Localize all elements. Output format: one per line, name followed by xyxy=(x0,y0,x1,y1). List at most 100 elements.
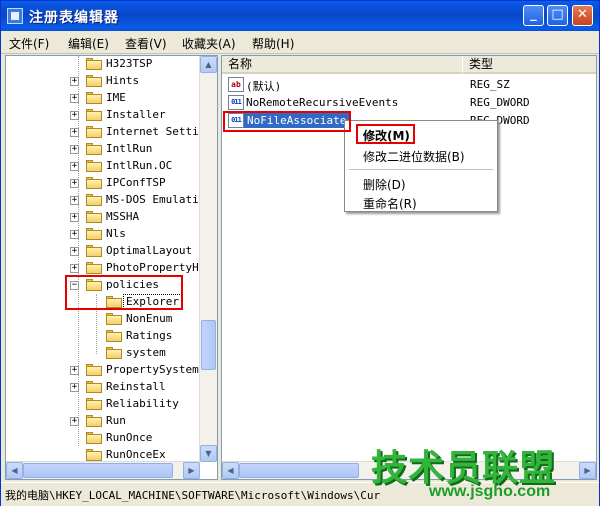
folder-icon xyxy=(86,262,102,274)
tree-item-label: Reliability xyxy=(106,397,179,410)
tree-item-installer[interactable]: + Installer xyxy=(6,107,201,124)
folder-icon xyxy=(86,381,102,393)
tree-item-label: Internet Setti xyxy=(106,125,199,138)
list-row-noremoterecursiveevents[interactable]: 011 NoRemoteRecursiveEvents REG_DWORD xyxy=(222,94,592,112)
tree-item-intlrun[interactable]: + IntlRun xyxy=(6,141,201,158)
folder-icon xyxy=(86,364,102,376)
folder-icon xyxy=(86,109,102,121)
tree-item-propertysystem[interactable]: + PropertySystem xyxy=(6,362,201,379)
expand-plus-icon[interactable]: + xyxy=(70,128,79,137)
menu-edit[interactable]: 编辑(E) xyxy=(68,35,109,52)
column-header-type[interactable]: 类型 xyxy=(462,56,596,74)
context-menu-rename[interactable]: 重命名(R) xyxy=(363,195,417,212)
value-type: REG_SZ xyxy=(470,78,510,91)
scroll-down-icon[interactable]: ▼ xyxy=(200,445,217,462)
scroll-left-icon[interactable]: ◀ xyxy=(222,462,239,479)
maximize-button[interactable]: □ xyxy=(547,5,568,26)
expand-plus-icon[interactable]: + xyxy=(70,230,79,239)
tree-item-nls[interactable]: + Nls xyxy=(6,226,201,243)
column-header-name[interactable]: 名称 xyxy=(222,56,462,74)
expand-plus-icon[interactable]: + xyxy=(70,196,79,205)
expand-plus-icon[interactable]: + xyxy=(70,94,79,103)
expand-plus-icon[interactable]: + xyxy=(70,417,79,426)
folder-icon xyxy=(106,347,122,359)
tree-item-label: Hints xyxy=(106,74,140,87)
tree-item-mssha[interactable]: + MSSHA xyxy=(6,209,201,226)
menu-help[interactable]: 帮助(H) xyxy=(252,35,294,52)
tree-item-label: Nls xyxy=(106,227,126,240)
expand-plus-icon[interactable]: + xyxy=(70,247,79,256)
scroll-up-icon[interactable]: ▲ xyxy=(200,56,217,73)
expand-plus-icon[interactable]: + xyxy=(70,179,79,188)
string-value-icon: ab xyxy=(228,77,244,92)
minimize-button[interactable]: _ xyxy=(523,5,544,26)
scroll-right-icon[interactable]: ▶ xyxy=(579,462,596,479)
tree-item-label: PhotoPropertyH xyxy=(106,261,199,274)
context-menu-modify-binary[interactable]: 修改二进位数据(B) xyxy=(363,148,465,165)
tree-scroll-thumb[interactable] xyxy=(201,320,216,370)
tree-item-ratings[interactable]: Ratings xyxy=(6,328,201,345)
title-bar[interactable]: 注册表编辑器 _ □ ✕ xyxy=(1,1,599,31)
expand-plus-icon[interactable]: + xyxy=(70,264,79,273)
watermark-url: www.jsgho.com xyxy=(429,483,551,500)
tree-hscroll-thumb[interactable] xyxy=(23,463,173,478)
folder-icon xyxy=(86,449,102,461)
tree-item-nonenum[interactable]: NonEnum xyxy=(6,311,201,328)
tree-item-run[interactable]: + Run xyxy=(6,413,201,430)
tree-item-runonce[interactable]: RunOnce xyxy=(6,430,201,447)
tree-item-label: system xyxy=(126,346,166,359)
menu-view[interactable]: 查看(V) xyxy=(125,35,167,52)
registry-tree-pane[interactable]: H323TSP + Hints + IME + Installer + Inte… xyxy=(5,55,218,480)
watermark-logo: 技术员联盟 www.jsgho.com xyxy=(371,439,571,500)
list-row-default[interactable]: ab (默认) REG_SZ xyxy=(222,76,592,94)
registry-editor-window: 注册表编辑器 _ □ ✕ 文件(F) 编辑(E) 查看(V) 收藏夹(A) 帮助… xyxy=(0,0,600,506)
folder-icon xyxy=(86,177,102,189)
tree-item-internet-settings[interactable]: + Internet Setti xyxy=(6,124,201,141)
context-menu-delete[interactable]: 删除(D) xyxy=(363,176,406,193)
expand-plus-icon[interactable]: + xyxy=(70,162,79,171)
tree-item-label: Reinstall xyxy=(106,380,166,393)
folder-icon xyxy=(106,313,122,325)
tree-horizontal-scrollbar[interactable]: ◀ ▶ xyxy=(6,461,200,479)
tree-item-reliability[interactable]: Reliability xyxy=(6,396,201,413)
tree-item-label: Run xyxy=(106,414,126,427)
tree-item-system[interactable]: system xyxy=(6,345,201,362)
tree-item-label: IME xyxy=(106,91,126,104)
tree-item-ms-dos-emulation[interactable]: + MS-DOS Emulati xyxy=(6,192,201,209)
tree-item-hints[interactable]: + Hints xyxy=(6,73,201,90)
folder-icon xyxy=(86,160,102,172)
tree-item-label: MSSHA xyxy=(106,210,140,223)
folder-icon xyxy=(86,75,102,87)
menu-favorites[interactable]: 收藏夹(A) xyxy=(182,35,236,52)
scroll-left-icon[interactable]: ◀ xyxy=(6,462,23,479)
value-name: (默认) xyxy=(246,80,282,93)
expand-plus-icon[interactable]: + xyxy=(70,145,79,154)
scroll-right-icon[interactable]: ▶ xyxy=(183,462,200,479)
expand-plus-icon[interactable]: + xyxy=(70,383,79,392)
tree-item-label: RunOnceEx xyxy=(106,448,166,461)
close-button[interactable]: ✕ xyxy=(572,5,593,26)
expand-plus-icon[interactable]: + xyxy=(70,213,79,222)
folder-icon xyxy=(86,143,102,155)
highlight-box-policies-explorer xyxy=(65,275,183,310)
folder-icon xyxy=(86,398,102,410)
tree-item-optimallayout[interactable]: + OptimalLayout xyxy=(6,243,201,260)
folder-icon xyxy=(86,415,102,427)
tree-item-reinstall[interactable]: + Reinstall xyxy=(6,379,201,396)
value-type: REG_DWORD xyxy=(470,96,530,109)
list-hscroll-thumb[interactable] xyxy=(239,463,359,478)
expand-plus-icon[interactable]: + xyxy=(70,77,79,86)
menu-file[interactable]: 文件(F) xyxy=(9,35,49,52)
menu-bar: 文件(F) 编辑(E) 查看(V) 收藏夹(A) 帮助(H) xyxy=(1,31,599,54)
tree-item-intlrun-oc[interactable]: + IntlRun.OC xyxy=(6,158,201,175)
expand-plus-icon[interactable]: + xyxy=(70,366,79,375)
tree-item-h323tsp[interactable]: H323TSP xyxy=(6,56,201,73)
expand-plus-icon[interactable]: + xyxy=(70,111,79,120)
tree-item-ime[interactable]: + IME xyxy=(6,90,201,107)
tree-item-label: H323TSP xyxy=(106,57,153,70)
tree-item-ipconftsp[interactable]: + IPConfTSP xyxy=(6,175,201,192)
tree-item-label: NonEnum xyxy=(126,312,173,325)
folder-icon xyxy=(86,228,102,240)
tree-vertical-scrollbar[interactable]: ▲ ▼ xyxy=(199,56,217,462)
tree-item-label: PropertySystem xyxy=(106,363,199,376)
